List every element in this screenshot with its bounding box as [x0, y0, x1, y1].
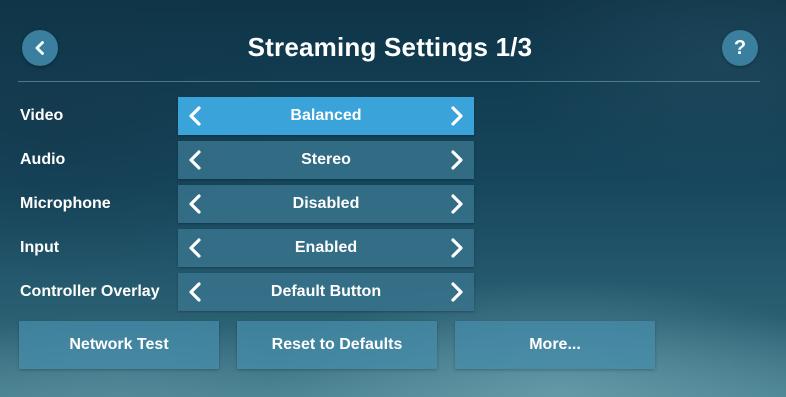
more-button[interactable]: More... — [455, 321, 655, 369]
setting-row-controller-overlay: Controller Overlay Default Button — [0, 273, 786, 311]
setting-label: Controller Overlay — [20, 283, 160, 300]
setting-row-input: Input Enabled — [0, 229, 786, 267]
setting-value: Enabled — [294, 239, 358, 256]
setting-label: Video — [20, 107, 64, 124]
header: Streaming Settings 1/3 ? — [0, 0, 786, 82]
setting-row-microphone: Microphone Disabled — [0, 185, 786, 223]
network-test-button[interactable]: Network Test — [19, 321, 219, 369]
audio-selector[interactable]: Stereo — [178, 141, 474, 179]
help-icon: ? — [733, 36, 747, 59]
chevron-left-icon[interactable] — [184, 104, 208, 128]
input-selector[interactable]: Enabled — [178, 229, 474, 267]
setting-value: Default Button — [270, 283, 382, 300]
header-divider — [18, 81, 760, 82]
setting-label: Audio — [20, 151, 66, 168]
video-selector[interactable]: Balanced — [178, 97, 474, 135]
chevron-right-icon[interactable] — [444, 192, 468, 216]
setting-value: Stereo — [301, 151, 351, 168]
chevron-left-icon[interactable] — [184, 148, 208, 172]
controller-overlay-selector[interactable]: Default Button — [178, 273, 474, 311]
chevron-right-icon[interactable] — [444, 280, 468, 304]
reset-defaults-button[interactable]: Reset to Defaults — [237, 321, 437, 369]
chevron-left-icon[interactable] — [184, 236, 208, 260]
chevron-right-icon[interactable] — [444, 148, 468, 172]
page-title: Streaming Settings 1/3 — [247, 32, 533, 62]
chevron-left-icon[interactable] — [184, 192, 208, 216]
setting-value: Balanced — [290, 107, 362, 124]
setting-value: Disabled — [292, 195, 360, 212]
setting-label: Microphone — [20, 195, 111, 212]
setting-label: Input — [20, 239, 60, 256]
setting-row-video: Video Balanced — [0, 97, 786, 135]
microphone-selector[interactable]: Disabled — [178, 185, 474, 223]
chevron-left-icon[interactable] — [184, 280, 208, 304]
setting-row-audio: Audio Stereo — [0, 141, 786, 179]
chevron-right-icon[interactable] — [444, 104, 468, 128]
help-button[interactable]: ? — [722, 30, 758, 66]
chevron-right-icon[interactable] — [444, 236, 468, 260]
